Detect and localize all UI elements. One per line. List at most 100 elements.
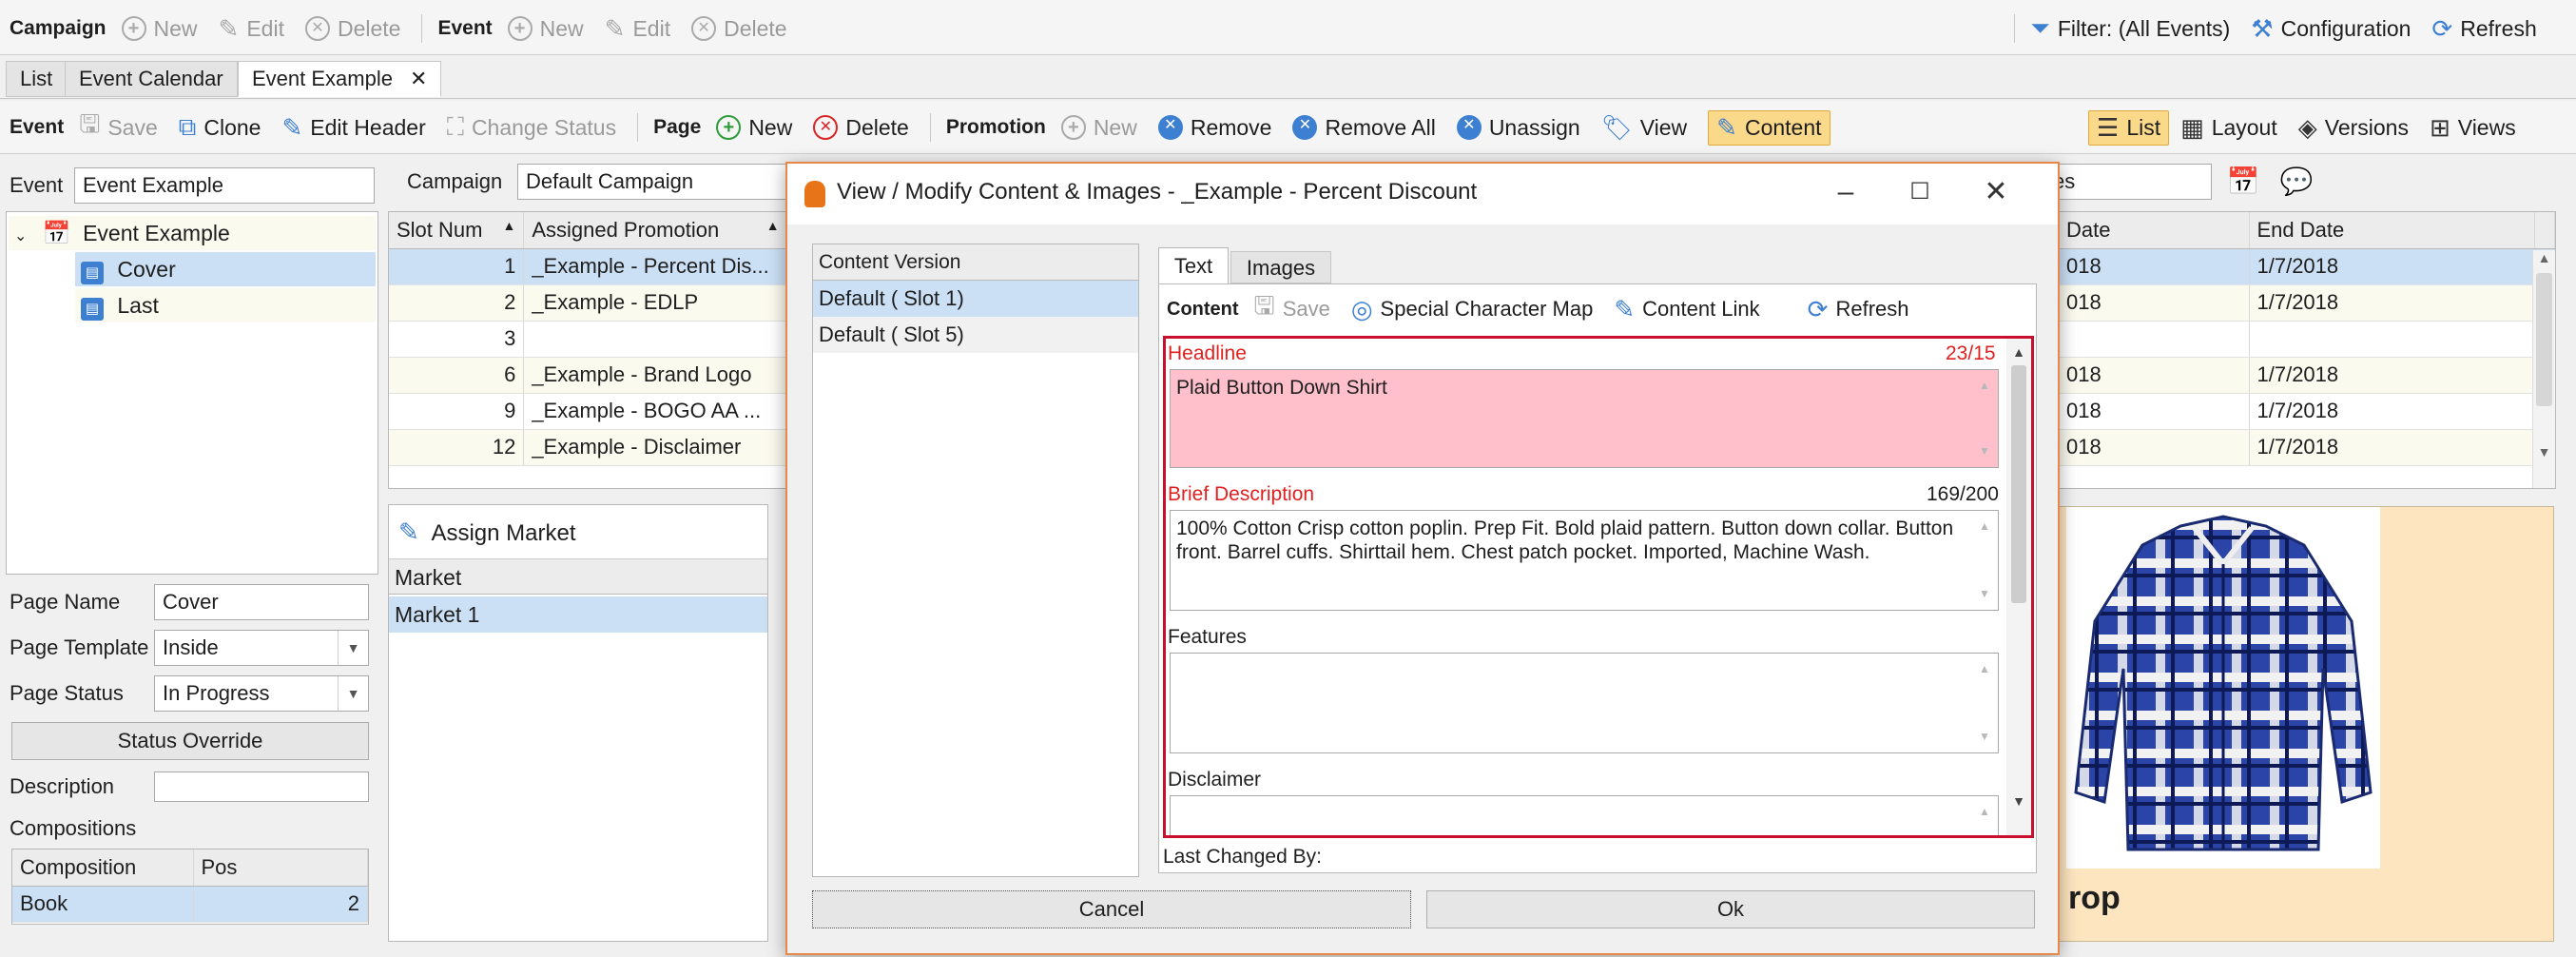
- table-row[interactable]: 018 1/7/2018: [2059, 284, 2535, 322]
- scroll-down-icon[interactable]: ▼: [1975, 725, 1994, 749]
- tab-images[interactable]: Images: [1230, 251, 1331, 283]
- assign-market-label: Assign Market: [431, 520, 576, 546]
- views-button[interactable]: ⊞ Views: [2430, 113, 2516, 143]
- campaign-delete-button[interactable]: ✕ Delete: [304, 16, 400, 42]
- page-template-select[interactable]: Inside ▼: [154, 630, 369, 666]
- table-row[interactable]: 018 1/7/2018: [2059, 429, 2535, 466]
- brief-description-input[interactable]: 100% Cotton Crisp cotton poplin. Prep Fi…: [1170, 510, 1999, 611]
- campaign-field[interactable]: Default Campaign: [517, 164, 793, 200]
- remove-all-button[interactable]: ✕ Remove All: [1292, 115, 1436, 141]
- scroll-up-icon[interactable]: ▲: [2006, 344, 2031, 360]
- maximize-button[interactable]: ☐: [1898, 173, 1942, 211]
- composition-header[interactable]: Composition: [12, 850, 194, 887]
- layout-button[interactable]: ▦ Layout: [2180, 113, 2277, 143]
- assign-market-button[interactable]: ✎ Assign Market: [398, 509, 576, 555]
- table-row[interactable]: 018 1/7/2018: [2059, 393, 2535, 430]
- market-header[interactable]: Market: [389, 558, 767, 595]
- scroll-down-icon[interactable]: ▼: [2533, 444, 2555, 459]
- edit-header-button[interactable]: ✎ Edit Header: [281, 113, 425, 143]
- save-button[interactable]: 🖫 Save: [79, 107, 158, 148]
- event-field[interactable]: Event Example: [74, 167, 375, 204]
- remove-button[interactable]: ✕ Remove: [1157, 115, 1271, 141]
- content-link-button[interactable]: ✎ Content Link: [1614, 295, 1759, 324]
- versions-button[interactable]: ◈ Versions: [2298, 113, 2409, 143]
- tab-event-calendar[interactable]: Event Calendar: [65, 61, 238, 97]
- disclaimer-input[interactable]: ▲: [1170, 795, 1999, 835]
- list-item[interactable]: Default ( Slot 1): [813, 281, 1138, 317]
- page-status-select[interactable]: In Progress ▼: [154, 675, 369, 712]
- close-button[interactable]: ✕: [1974, 173, 2018, 211]
- tree-item-last[interactable]: ▤ Last: [75, 288, 376, 322]
- assigned-promotion-header[interactable]: Assigned Promotion ▲: [523, 212, 788, 249]
- features-input[interactable]: ▲ ▼: [1170, 653, 1999, 753]
- date-columns: Date End Date 018 1/7/2018 018 1/7/2018 018…: [2059, 212, 2535, 488]
- slot-num-header[interactable]: Slot Num ▲: [389, 212, 525, 249]
- pos-header[interactable]: Pos: [193, 850, 368, 887]
- content-button[interactable]: ✎ Content: [1708, 109, 1830, 146]
- editor-scrollbar[interactable]: ▲ ▼: [2006, 339, 2031, 835]
- collapse-icon[interactable]: ⌄: [14, 228, 27, 244]
- scroll-thumb[interactable]: [2536, 273, 2552, 406]
- campaign-edit-button[interactable]: ✎ Edit: [219, 14, 284, 44]
- pencil-icon: ✎: [281, 112, 303, 142]
- filter-button[interactable]: ⏷ Filter: (All Events): [2030, 13, 2230, 44]
- tree-item-cover[interactable]: ▤ Cover: [75, 252, 376, 286]
- tab-text[interactable]: Text: [1158, 247, 1229, 283]
- cancel-button[interactable]: Cancel: [812, 890, 1411, 928]
- scroll-down-icon[interactable]: ▼: [2006, 793, 2031, 809]
- unassign-button[interactable]: ✕ Unassign: [1456, 115, 1580, 141]
- special-character-map-button[interactable]: ◎ Special Character Map: [1351, 295, 1593, 324]
- plus-icon: +: [716, 115, 742, 140]
- ok-button[interactable]: Ok: [1426, 890, 2035, 928]
- table-row[interactable]: 018 1/7/2018: [2059, 248, 2535, 285]
- list-view-button[interactable]: ☰ List: [2088, 109, 2170, 146]
- grid-scrollbar[interactable]: ▲ ▼: [2532, 250, 2555, 488]
- scroll-up-icon[interactable]: ▲: [1975, 374, 1994, 398]
- right-filter-field[interactable]: es: [2044, 164, 2212, 200]
- tab-list-label: List: [20, 67, 53, 90]
- page-name-field[interactable]: Cover: [154, 584, 369, 620]
- refresh-button[interactable]: ⟳ Refresh: [2431, 14, 2536, 44]
- tab-list[interactable]: List: [6, 61, 68, 97]
- event-edit-button[interactable]: ✎ Edit: [605, 14, 670, 44]
- scroll-up-icon[interactable]: ▲: [1975, 515, 1994, 538]
- list-item[interactable]: Default ( Slot 5): [813, 317, 1138, 353]
- dialog-save-button[interactable]: 🖫 Save: [1254, 288, 1330, 330]
- scroll-up-icon[interactable]: ▲: [1975, 657, 1994, 681]
- tag-icon: 🏷: [1600, 112, 1633, 142]
- description-field[interactable]: [154, 771, 369, 802]
- scroll-thumb[interactable]: [2011, 365, 2026, 603]
- chevron-down-icon[interactable]: ▼: [338, 631, 368, 665]
- chevron-down-icon[interactable]: ▼: [338, 676, 368, 711]
- status-override-button[interactable]: Status Override: [11, 722, 369, 760]
- scroll-up-icon[interactable]: ▲: [2533, 250, 2555, 265]
- headline-input[interactable]: Plaid Button Down Shirt ▲ ▼: [1170, 369, 1999, 468]
- event-delete-button[interactable]: ✕ Delete: [691, 16, 787, 42]
- comment-button[interactable]: 💬: [2278, 164, 2315, 200]
- page-new-button[interactable]: + New: [716, 115, 792, 141]
- table-row[interactable]: Book 2: [12, 886, 368, 923]
- list-item[interactable]: Market 1: [389, 596, 767, 633]
- scroll-down-icon[interactable]: ▼: [1975, 582, 1994, 606]
- configuration-button[interactable]: ⚒ Configuration: [2251, 14, 2411, 44]
- clone-button[interactable]: ⧉ Clone: [179, 112, 261, 143]
- scroll-down-icon[interactable]: ▼: [1975, 439, 1994, 463]
- table-row[interactable]: [2059, 321, 2535, 358]
- page-delete-button[interactable]: ✕ Delete: [813, 115, 909, 141]
- close-tab-icon[interactable]: ✕: [410, 67, 427, 90]
- dialog-refresh-button[interactable]: ⟳ Refresh: [1808, 295, 1909, 324]
- promotion-new-button[interactable]: + New: [1060, 115, 1137, 141]
- tree-root[interactable]: ⌄ 📅 Event Example: [9, 216, 376, 250]
- content-version-header[interactable]: Content Version: [813, 244, 1138, 281]
- event-new-button[interactable]: + New: [507, 16, 584, 42]
- calendar-button[interactable]: 📅: [2225, 164, 2261, 200]
- table-row[interactable]: 018 1/7/2018: [2059, 357, 2535, 394]
- end-date-header[interactable]: End Date: [2249, 212, 2535, 249]
- scroll-up-icon[interactable]: ▲: [1975, 800, 1994, 824]
- date-header[interactable]: Date: [2059, 212, 2250, 249]
- change-status-button[interactable]: ⛶ Change Status: [447, 112, 616, 143]
- minimize-button[interactable]: –: [1824, 173, 1868, 211]
- view-button[interactable]: 🏷 View: [1601, 113, 1687, 143]
- tab-event-example[interactable]: Event Example ✕: [238, 61, 442, 97]
- campaign-new-button[interactable]: + New: [121, 16, 198, 42]
